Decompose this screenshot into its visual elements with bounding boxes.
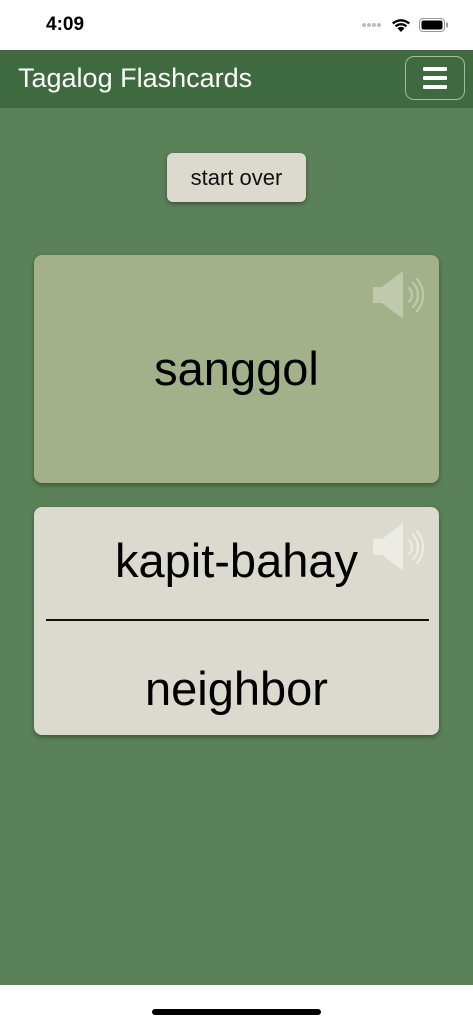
nav-bar: Tagalog Flashcards [0, 50, 473, 108]
home-area [0, 985, 473, 1024]
flashcard-front[interactable]: sanggol [34, 255, 439, 483]
battery-icon [419, 18, 448, 32]
signal-icon [362, 23, 381, 27]
flashcard-back[interactable]: kapit-bahay neighbor [34, 507, 439, 735]
status-icons [361, 15, 449, 35]
home-indicator[interactable] [152, 1009, 321, 1015]
status-time: 4:09 [46, 14, 85, 35]
menu-button[interactable] [405, 56, 465, 100]
card-divider [46, 619, 429, 621]
app-title: Tagalog Flashcards [18, 63, 253, 93]
back-word: kapit-bahay [115, 534, 358, 587]
speaker-icon[interactable] [371, 267, 427, 323]
translation: neighbor [145, 662, 328, 715]
front-word: sanggol [154, 342, 319, 395]
wifi-icon [392, 19, 410, 32]
menu-icon [423, 67, 447, 71]
status-bar: 4:09 [0, 0, 473, 50]
start-over-button[interactable]: start over [167, 153, 306, 202]
